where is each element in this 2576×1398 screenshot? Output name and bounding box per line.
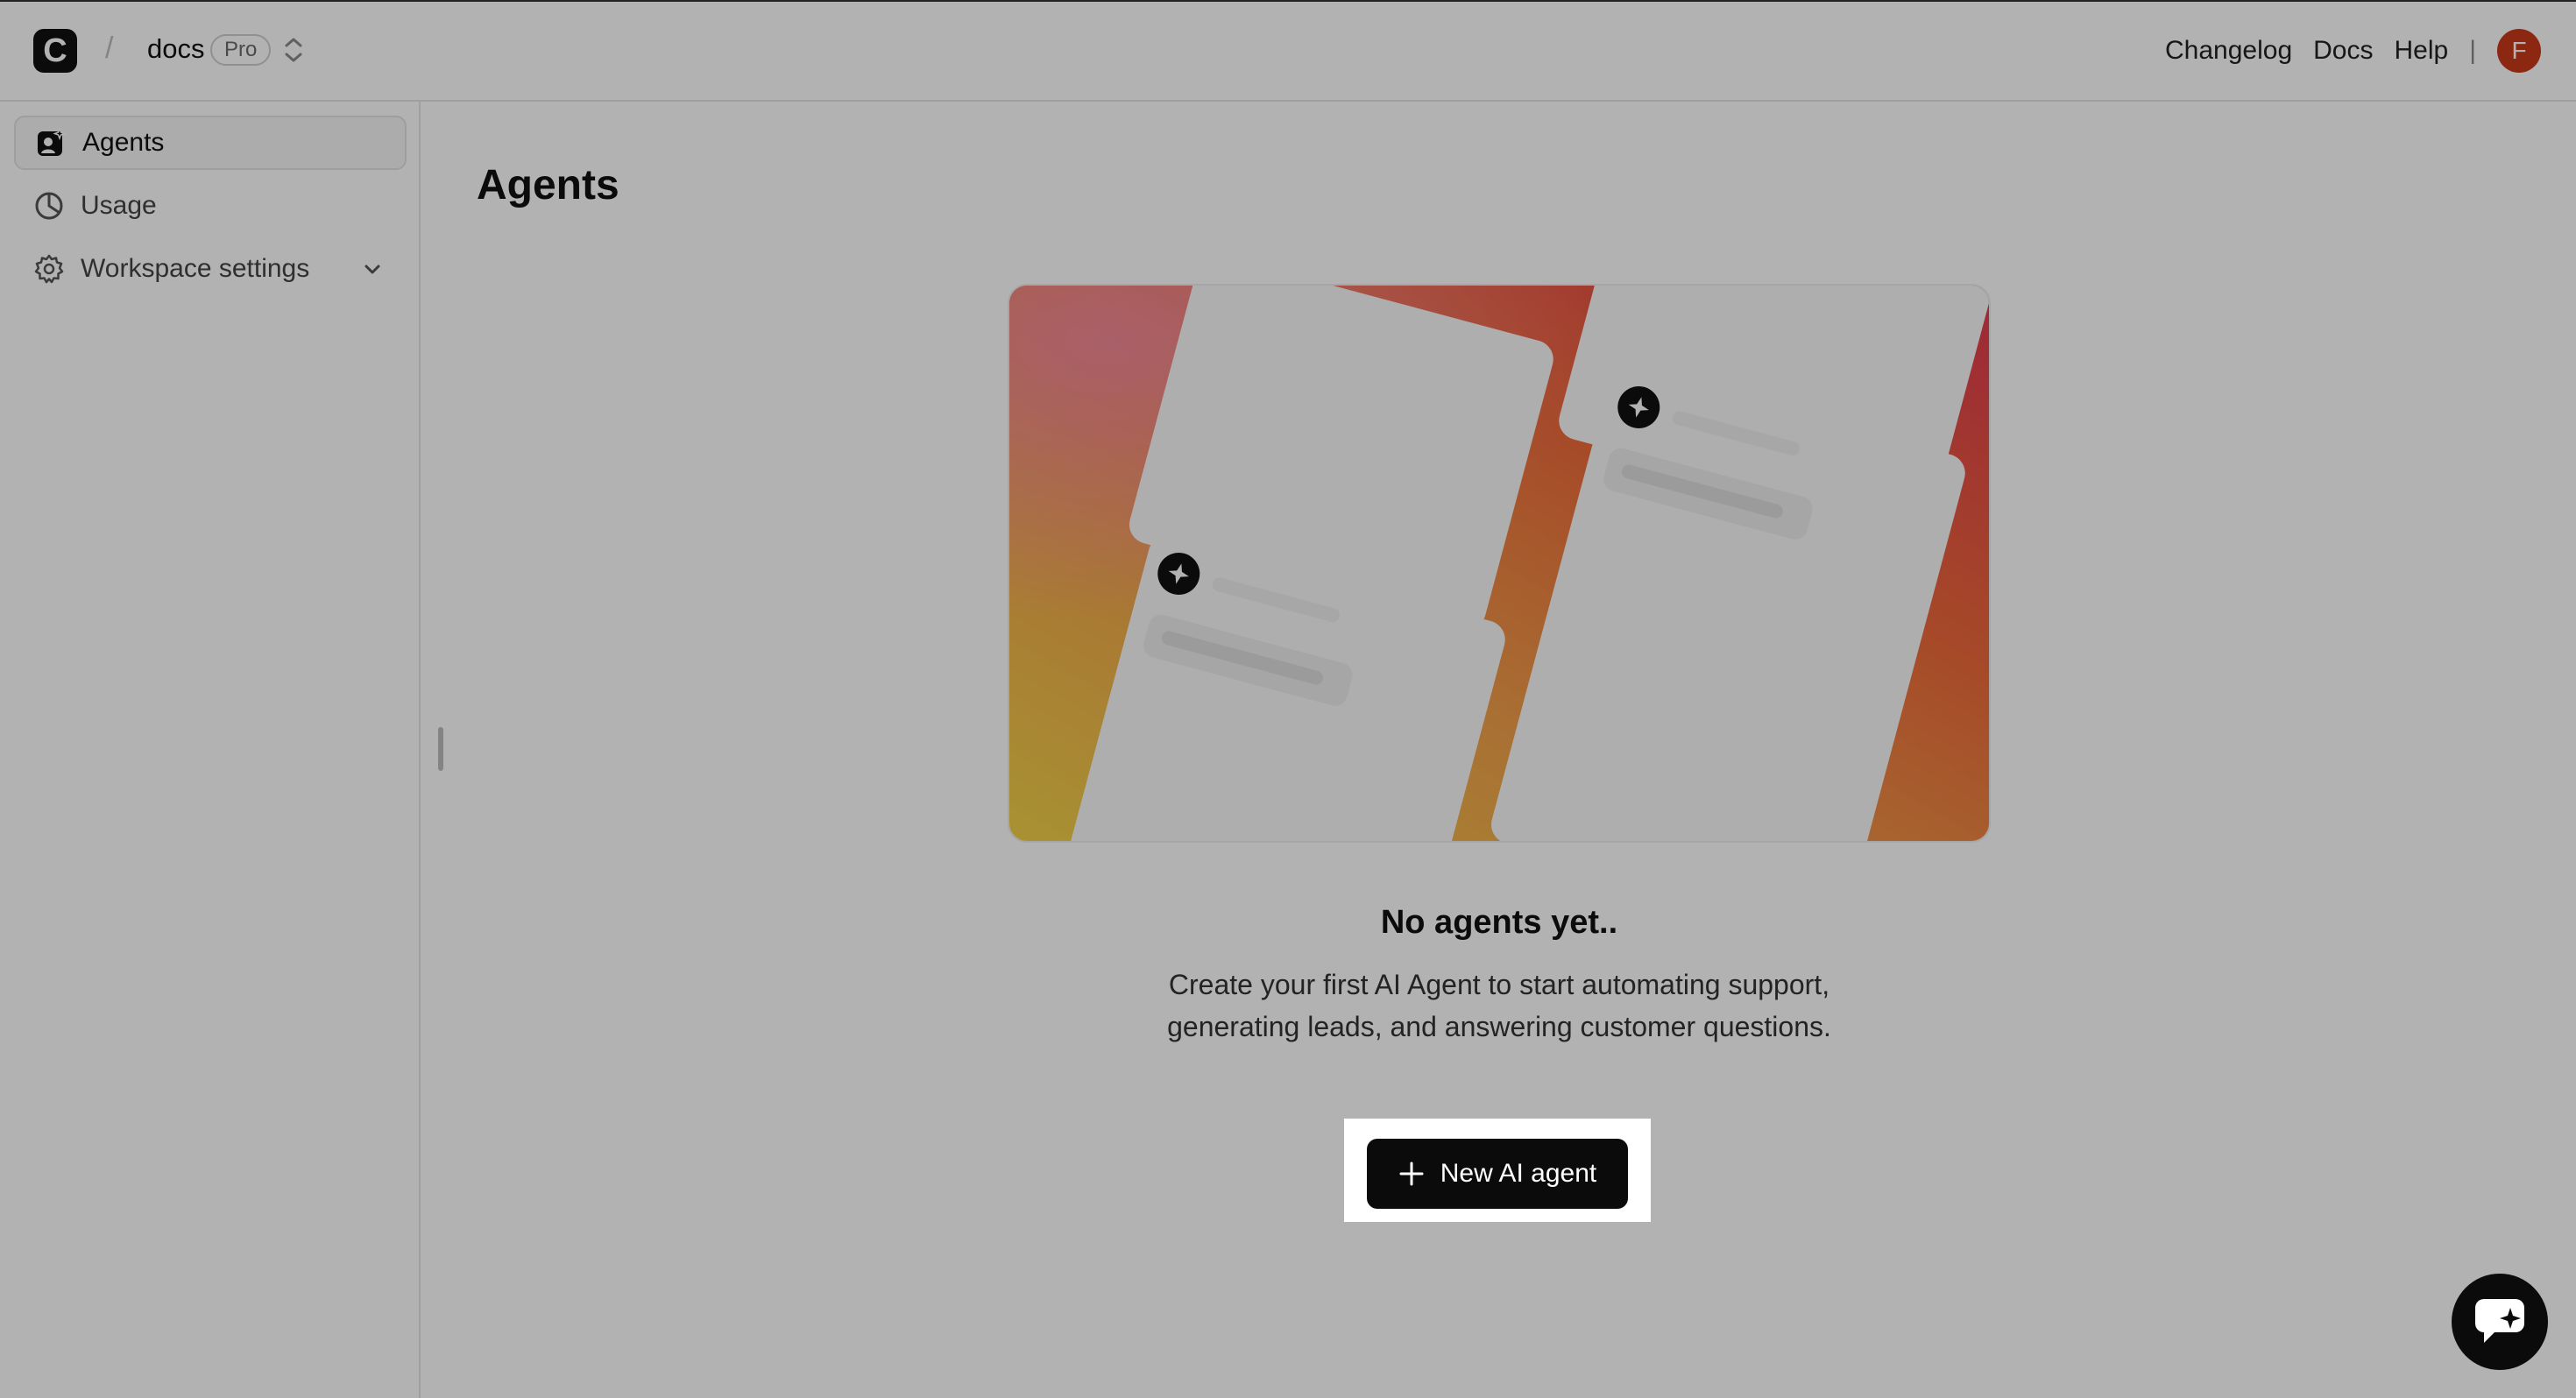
empty-state-line-1: Create your first AI Agent to start auto… (1168, 969, 1830, 1000)
sidebar-item-agents[interactable]: Agents (14, 116, 407, 170)
new-ai-agent-button[interactable]: New AI agent (1367, 1139, 1628, 1209)
new-ai-agent-label: New AI agent (1440, 1159, 1597, 1188)
sidebar-item-workspace-settings[interactable]: Workspace settings (14, 242, 407, 296)
usage-pie-icon (33, 190, 65, 222)
plus-icon (1398, 1161, 1425, 1187)
empty-state-line-2: generating leads, and answering customer… (1167, 1011, 1831, 1042)
workspace-switcher-icon[interactable] (282, 35, 305, 65)
logo-letter: C (43, 32, 67, 69)
empty-state-illustration (1008, 284, 1991, 843)
chat-launcher-button[interactable] (2452, 1274, 2548, 1370)
sidebar: Agents Usage Workspace settings (0, 102, 421, 1398)
page-title: Agents (477, 162, 619, 208)
sidebar-item-usage[interactable]: Usage (14, 179, 407, 233)
chevron-down-icon[interactable] (361, 258, 384, 280)
workspace-name[interactable]: docs (147, 33, 204, 65)
breadcrumb-separator: / (105, 32, 114, 65)
app-root: C / docs Pro Changelog Docs Help | F Age… (0, 0, 2576, 1398)
plan-badge: Pro (210, 34, 272, 66)
user-avatar[interactable]: F (2497, 29, 2541, 73)
docs-link[interactable]: Docs (2313, 36, 2373, 66)
agents-icon (35, 127, 67, 159)
chat-sparkle-icon (2472, 1294, 2528, 1351)
help-link[interactable]: Help (2395, 36, 2449, 66)
changelog-link[interactable]: Changelog (2165, 36, 2292, 66)
top-nav: Changelog Docs Help | F (2165, 25, 2541, 77)
app-logo[interactable]: C (33, 29, 77, 73)
empty-state-description: Create your first AI Agent to start auto… (1008, 964, 1991, 1048)
sidebar-item-label: Workspace settings (81, 254, 310, 283)
nav-divider: | (2469, 36, 2476, 65)
empty-state-heading: No agents yet.. (1380, 904, 1618, 941)
gear-icon (33, 253, 65, 285)
sidebar-item-label: Agents (82, 128, 165, 157)
top-bar: C / docs Pro Changelog Docs Help | F (0, 0, 2576, 102)
sidebar-item-label: Usage (81, 191, 157, 220)
window-top-edge (0, 0, 2576, 2)
